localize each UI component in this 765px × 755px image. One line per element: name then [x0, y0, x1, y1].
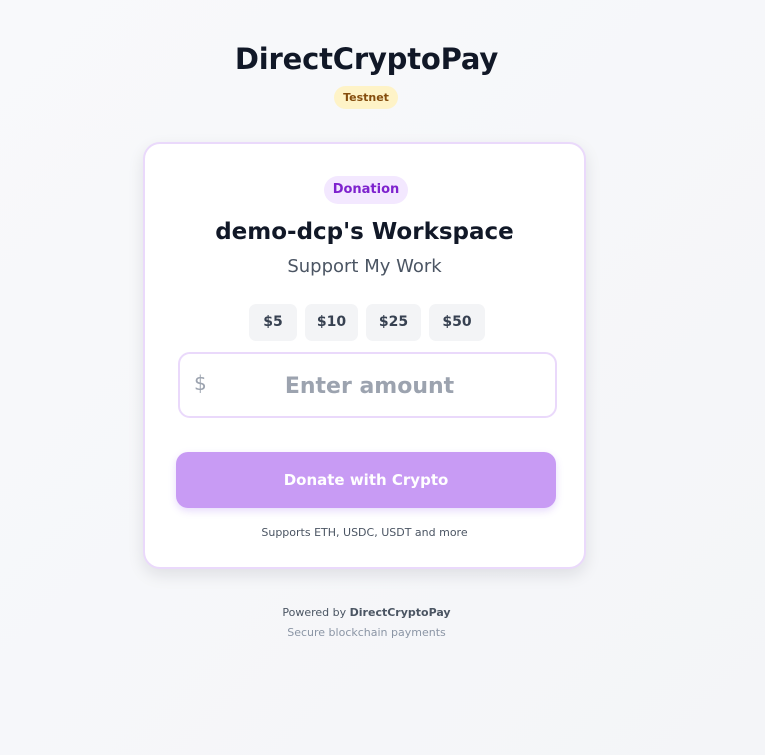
amount-field-container[interactable]: $ [178, 352, 559, 418]
preset-amount-25-button[interactable]: $25 [366, 304, 421, 341]
secure-payments-text: Secure blockchain payments [287, 626, 446, 639]
amount-input[interactable] [180, 354, 559, 418]
preset-amounts: $5 $10 $25 $50 [249, 304, 487, 341]
powered-by-text: Powered by DirectCryptoPay [0, 606, 733, 619]
brand-title: DirectCryptoPay [234, 42, 499, 76]
donate-with-crypto-button[interactable]: Donate with Crypto [176, 452, 556, 508]
preset-amount-50-button[interactable]: $50 [429, 304, 485, 341]
preset-amount-10-button[interactable]: $10 [305, 304, 358, 341]
preset-amount-5-button[interactable]: $5 [249, 304, 297, 341]
supported-assets-note: Supports ETH, USDC, USDT and more [261, 526, 468, 539]
powered-by-brand: DirectCryptoPay [349, 606, 451, 619]
powered-by-prefix: Powered by [282, 606, 350, 619]
testnet-badge: Testnet [334, 86, 398, 109]
donation-subtitle: Support My Work [287, 256, 442, 277]
donation-type-badge: Donation [324, 176, 408, 204]
donation-card: Donation demo-dcp's Workspace Support My… [143, 142, 586, 569]
workspace-title: demo-dcp's Workspace [215, 219, 514, 245]
payment-page: DirectCryptoPay Testnet Donation demo-dc… [0, 0, 765, 755]
